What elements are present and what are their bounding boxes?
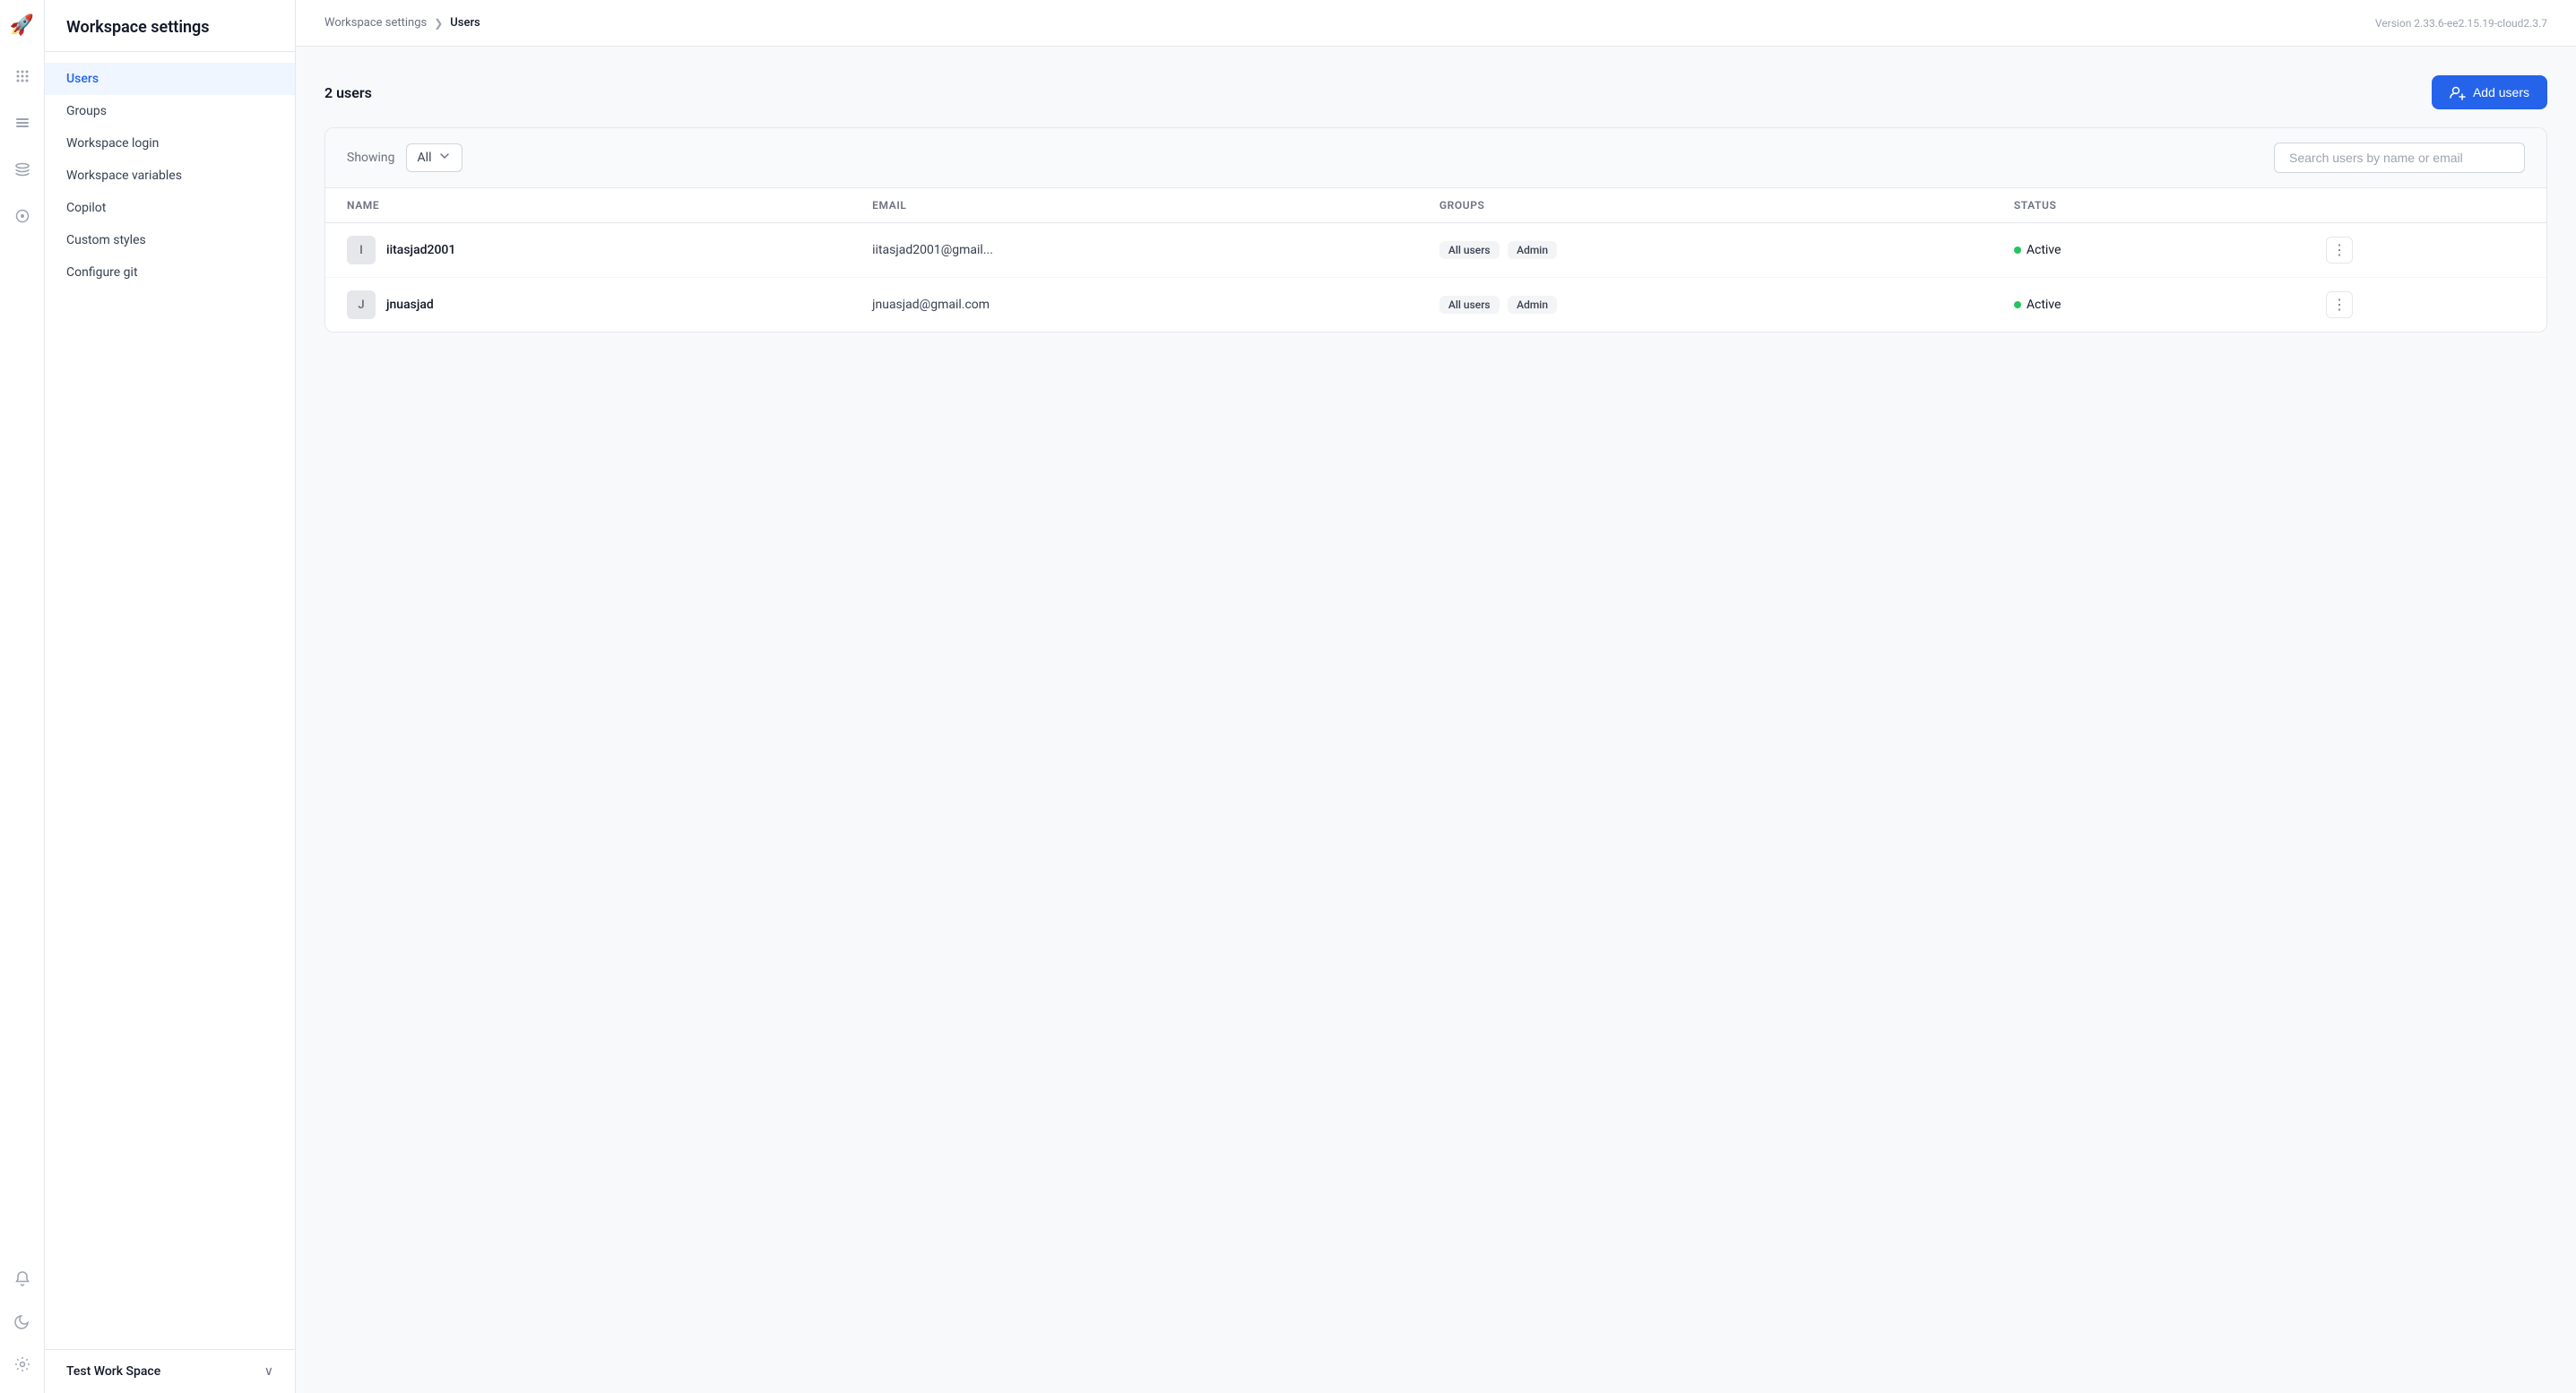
search-input[interactable] (2274, 143, 2525, 173)
users-table: NAME EMAIL GROUPS STATUS I iitasjad2001 (325, 188, 2546, 332)
main-area: Workspace settings ❯ Users Version 2.33.… (296, 0, 2576, 1393)
app-logo[interactable]: 🚀 (10, 14, 34, 37)
moon-icon[interactable] (8, 1307, 37, 1336)
sidebar-item-users[interactable]: Users (45, 63, 295, 95)
user-status: Active (1993, 223, 2304, 278)
user-avatar: J (347, 290, 376, 319)
group-tag: Admin (1508, 296, 1557, 314)
sidebar: Workspace settings Users Groups Workspac… (45, 0, 296, 1393)
user-actions-cell: ⋮ (2304, 223, 2546, 278)
filter-row: Showing All (325, 128, 2546, 188)
col-actions (2304, 188, 2546, 223)
status-label: Active (2027, 243, 2062, 257)
sidebar-item-custom-styles[interactable]: Custom styles (45, 224, 295, 256)
user-name: jnuasjad (386, 298, 434, 312)
users-card: Showing All (324, 127, 2547, 333)
user-groups: All users Admin (1418, 223, 1993, 278)
breadcrumb-current: Users (450, 16, 480, 30)
table-row: I iitasjad2001 iitasjad2001@gmail... All… (325, 223, 2546, 278)
user-email: jnuasjad@gmail.com (851, 278, 1418, 333)
user-status: Active (1993, 278, 2304, 333)
filter-left: Showing All (347, 143, 462, 172)
user-email: iitasjad2001@gmail... (851, 223, 1418, 278)
workspace-chevron-icon[interactable]: ∨ (264, 1364, 273, 1379)
user-groups: All users Admin (1418, 278, 1993, 333)
group-tag: Admin (1508, 241, 1557, 259)
version-label: Version 2.33.6-ee2.15.19-cloud2.3.7 (2375, 17, 2547, 30)
group-tag: All users (1439, 296, 1500, 314)
user-name: iitasjad2001 (386, 243, 455, 257)
sidebar-title: Workspace settings (45, 0, 295, 52)
sidebar-item-configure-git[interactable]: Configure git (45, 256, 295, 289)
bottom-icons (8, 1264, 37, 1379)
add-users-label: Add users (2473, 85, 2529, 100)
filter-select-value: All (418, 151, 432, 165)
bell-icon[interactable] (8, 1264, 37, 1293)
filter-select[interactable]: All (406, 143, 463, 172)
user-avatar: I (347, 236, 376, 264)
user-actions-cell: ⋮ (2304, 278, 2546, 333)
settings-icon[interactable] (8, 1350, 37, 1379)
col-status: STATUS (1993, 188, 2304, 223)
table-body: I iitasjad2001 iitasjad2001@gmail... All… (325, 223, 2546, 333)
row-actions-button[interactable]: ⋮ (2326, 291, 2353, 318)
breadcrumb: Workspace settings ❯ Users (324, 16, 480, 30)
users-count: 2 users (324, 84, 372, 101)
filter-chevron-icon (438, 150, 451, 166)
add-users-icon (2450, 84, 2466, 100)
user-name-cell: I iitasjad2001 (325, 223, 851, 278)
topbar: Workspace settings ❯ Users Version 2.33.… (296, 0, 2576, 47)
col-groups: GROUPS (1418, 188, 1993, 223)
table-header: NAME EMAIL GROUPS STATUS (325, 188, 2546, 223)
user-name-cell: J jnuasjad (325, 278, 851, 333)
sidebar-nav: Users Groups Workspace login Workspace v… (45, 52, 295, 1349)
list-icon[interactable] (8, 108, 37, 137)
plugin-icon[interactable] (8, 202, 37, 230)
showing-label: Showing (347, 151, 395, 165)
stack-icon[interactable] (8, 155, 37, 184)
row-actions-button[interactable]: ⋮ (2326, 237, 2353, 264)
col-name: NAME (325, 188, 851, 223)
sidebar-footer: Test Work Space ∨ (45, 1349, 295, 1393)
table-row: J jnuasjad jnuasjad@gmail.com All users … (325, 278, 2546, 333)
status-dot (2014, 301, 2021, 308)
sidebar-item-copilot[interactable]: Copilot (45, 192, 295, 224)
breadcrumb-chevron-icon: ❯ (434, 17, 443, 30)
col-email: EMAIL (851, 188, 1418, 223)
sidebar-item-workspace-login[interactable]: Workspace login (45, 127, 295, 160)
icon-rail: 🚀 (0, 0, 45, 1393)
workspace-name: Test Work Space (66, 1364, 160, 1379)
sidebar-item-groups[interactable]: Groups (45, 95, 295, 127)
users-header: 2 users Add users (324, 75, 2547, 109)
search-wrapper (2274, 143, 2525, 173)
grid-icon[interactable] (8, 62, 37, 91)
breadcrumb-parent[interactable]: Workspace settings (324, 16, 427, 30)
group-tag: All users (1439, 241, 1500, 259)
add-users-button[interactable]: Add users (2432, 75, 2547, 109)
content-area: 2 users Add users Showing All (296, 47, 2576, 1393)
sidebar-item-workspace-variables[interactable]: Workspace variables (45, 160, 295, 192)
status-dot (2014, 247, 2021, 254)
status-label: Active (2027, 298, 2062, 312)
